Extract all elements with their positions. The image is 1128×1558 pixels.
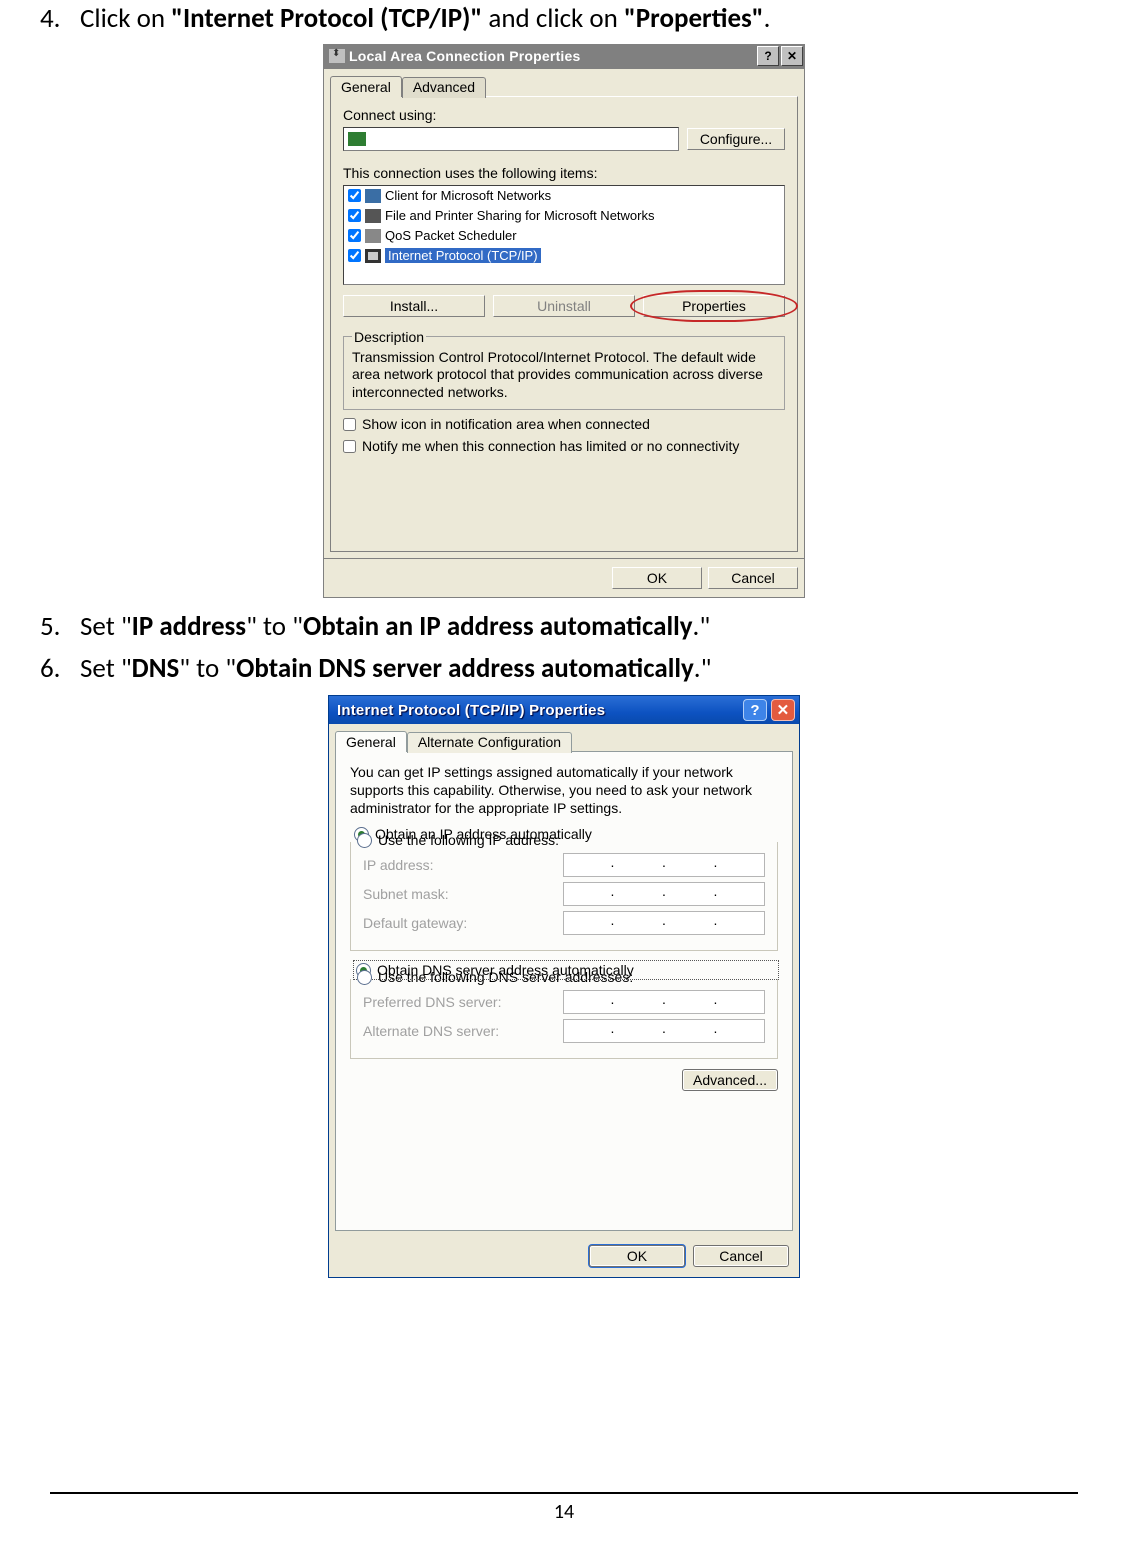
step-4: 4. Click on "Internet Protocol (TCP/IP)"… (40, 0, 1098, 38)
close-button[interactable]: ✕ (781, 46, 803, 66)
item-label: File and Printer Sharing for Microsoft N… (385, 208, 654, 223)
step-6-mid: " to " (179, 652, 236, 685)
step-5-bold1: IP address (132, 610, 246, 643)
step-4-text: Click on "Internet Protocol (TCP/IP)" an… (80, 0, 1098, 38)
step-4-bold1: "Internet Protocol (TCP/IP)" (171, 2, 482, 35)
step-5: 5. Set "IP address" to "Obtain an IP add… (40, 608, 1098, 646)
radio-dot-icon (357, 970, 372, 985)
tab-advanced[interactable]: Advanced (402, 77, 486, 98)
step-6-bold1: DNS (132, 652, 180, 685)
list-item[interactable]: File and Printer Sharing for Microsoft N… (344, 206, 784, 226)
window-title: Local Area Connection Properties (349, 48, 755, 64)
close-button[interactable]: ✕ (771, 699, 795, 721)
item-label: Client for Microsoft Networks (385, 188, 551, 203)
list-item-selected[interactable]: Internet Protocol (TCP/IP) (344, 246, 784, 266)
show-icon-label: Show icon in notification area when conn… (362, 416, 650, 432)
intro-text: You can get IP settings assigned automat… (350, 764, 778, 818)
cancel-button[interactable]: Cancel (693, 1245, 789, 1267)
step-5-text: Set "IP address" to "Obtain an IP addres… (80, 608, 1098, 646)
show-icon-checkbox[interactable] (343, 418, 356, 431)
page-number: 14 (554, 1500, 574, 1524)
page-footer: 14 (50, 1492, 1078, 1524)
properties-button[interactable]: Properties (643, 295, 785, 317)
list-item[interactable]: QoS Packet Scheduler (344, 226, 784, 246)
subnet-mask-label: Subnet mask: (363, 886, 563, 902)
notify-label: Notify me when this connection has limit… (362, 438, 739, 454)
radio-use-dns-label: Use the following DNS server addresses: (378, 969, 633, 985)
tab-alternate-configuration[interactable]: Alternate Configuration (407, 732, 572, 753)
description-text: Transmission Control Protocol/Internet P… (352, 349, 776, 402)
window-icon (329, 49, 345, 63)
step-6-pre: Set " (80, 652, 132, 685)
step-6-number: 6. (40, 650, 80, 688)
tab-general[interactable]: General (330, 76, 402, 97)
qos-icon (365, 229, 381, 243)
step-6: 6. Set "DNS" to "Obtain DNS server addre… (40, 650, 1098, 688)
step-6-text: Set "DNS" to "Obtain DNS server address … (80, 650, 1098, 688)
cancel-button[interactable]: Cancel (708, 567, 798, 589)
item-checkbox[interactable] (348, 249, 361, 262)
step-4-post: . (764, 2, 771, 35)
step-6-post: ." (694, 652, 712, 685)
radio-use-dns[interactable]: Use the following DNS server addresses: (355, 969, 765, 985)
notify-checkbox[interactable] (343, 440, 356, 453)
window-title: Internet Protocol (TCP/IP) Properties (337, 702, 739, 719)
step-5-post: ." (693, 610, 711, 643)
items-label: This connection uses the following items… (343, 165, 785, 181)
preferred-dns-field[interactable]: ... (563, 990, 765, 1014)
default-gateway-label: Default gateway: (363, 915, 563, 931)
dns-group: Use the following DNS server addresses: … (350, 979, 778, 1059)
step-5-mid: " to " (246, 610, 303, 643)
default-gateway-field[interactable]: ... (563, 911, 765, 935)
configure-button[interactable]: Configure... (687, 128, 785, 150)
ok-button[interactable]: OK (589, 1245, 685, 1267)
components-listbox[interactable]: Client for Microsoft Networks File and P… (343, 185, 785, 285)
item-checkbox[interactable] (348, 229, 361, 242)
install-button[interactable]: Install... (343, 295, 485, 317)
uninstall-button[interactable]: Uninstall (493, 295, 635, 317)
help-button[interactable]: ? (757, 46, 779, 66)
ok-button[interactable]: OK (612, 567, 702, 589)
tab-general[interactable]: General (335, 731, 407, 752)
subnet-mask-field[interactable]: ... (563, 882, 765, 906)
radio-use-ip-label: Use the following IP address: (378, 832, 559, 848)
alternate-dns-label: Alternate DNS server: (363, 1023, 563, 1039)
titlebar: Internet Protocol (TCP/IP) Properties ? … (329, 696, 799, 724)
step-4-bold2: "Properties" (624, 2, 764, 35)
radio-dot-icon (357, 833, 372, 848)
step-5-pre: Set " (80, 610, 132, 643)
step-4-number: 4. (40, 0, 80, 38)
item-checkbox[interactable] (348, 189, 361, 202)
lan-properties-dialog: Local Area Connection Properties ? ✕ Gen… (323, 44, 805, 598)
step-6-bold2: Obtain DNS server address automatically (236, 652, 694, 685)
ip-address-label: IP address: (363, 857, 563, 873)
network-adapter-icon (348, 132, 366, 146)
help-button[interactable]: ? (743, 699, 767, 721)
connect-using-label: Connect using: (343, 107, 785, 123)
item-label: QoS Packet Scheduler (385, 228, 517, 243)
step-4-pre: Click on (80, 2, 171, 35)
alternate-dns-field[interactable]: ... (563, 1019, 765, 1043)
description-group: Description Transmission Control Protoco… (343, 329, 785, 411)
list-item[interactable]: Client for Microsoft Networks (344, 186, 784, 206)
step-5-bold2: Obtain an IP address automatically (303, 610, 693, 643)
tcpip-icon (365, 249, 381, 263)
printer-icon (365, 209, 381, 223)
step-4-mid: and click on (482, 2, 624, 35)
ip-address-group: Use the following IP address: IP address… (350, 842, 778, 951)
ip-address-field[interactable]: ... (563, 853, 765, 877)
adapter-field (343, 127, 679, 151)
advanced-button[interactable]: Advanced... (682, 1069, 778, 1091)
item-checkbox[interactable] (348, 209, 361, 222)
client-icon (365, 189, 381, 203)
step-5-number: 5. (40, 608, 80, 646)
description-legend: Description (352, 329, 426, 345)
tcpip-properties-dialog: Internet Protocol (TCP/IP) Properties ? … (328, 695, 800, 1278)
preferred-dns-label: Preferred DNS server: (363, 994, 563, 1010)
item-label: Internet Protocol (TCP/IP) (385, 248, 541, 263)
titlebar: Local Area Connection Properties ? ✕ (323, 44, 805, 68)
